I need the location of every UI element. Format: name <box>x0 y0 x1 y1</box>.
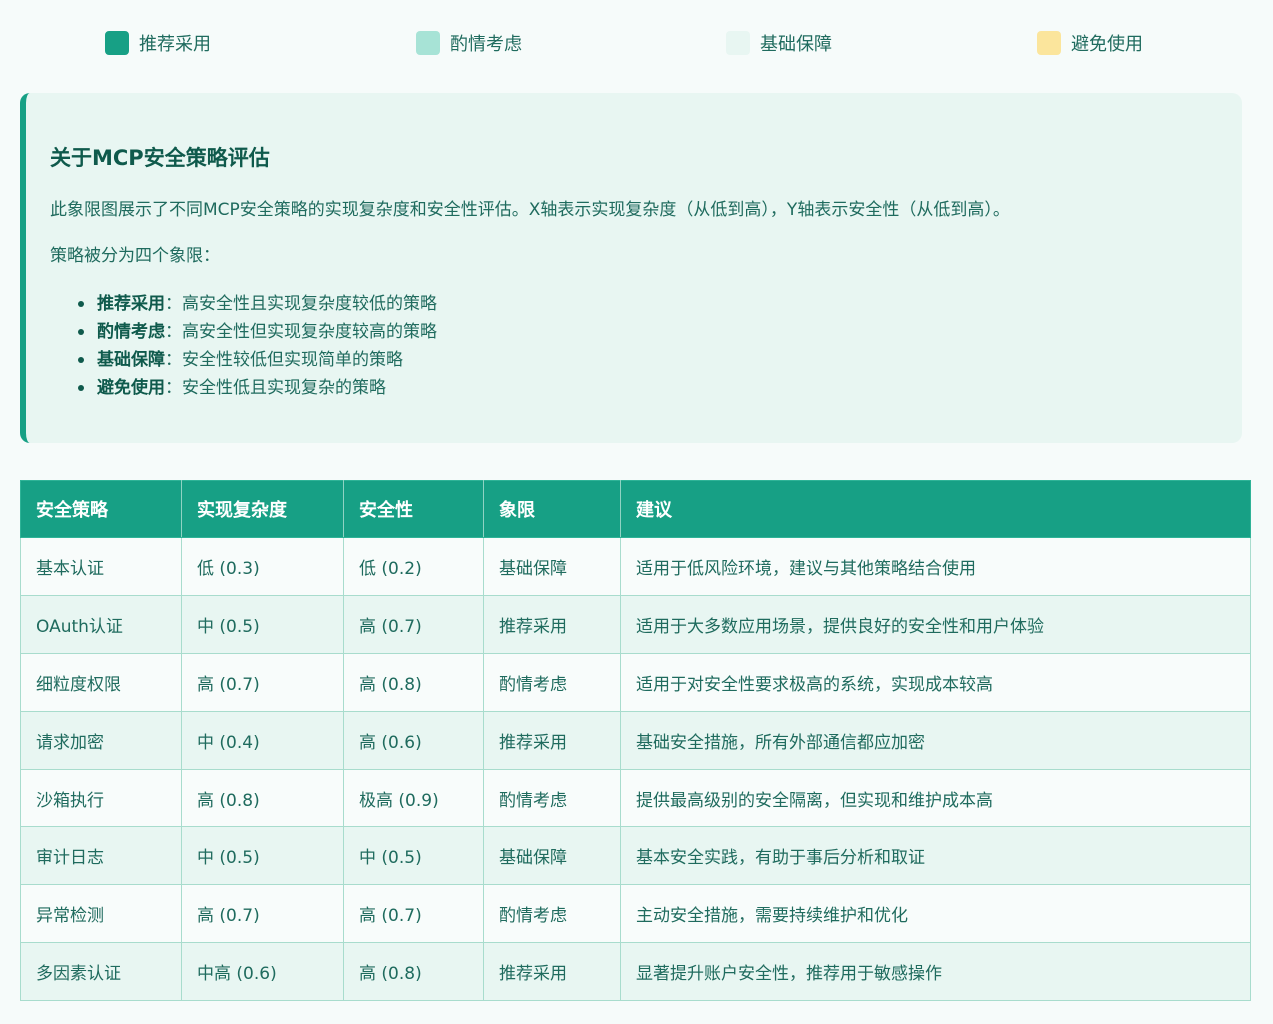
cell-quadrant: 推荐采用 <box>483 710 621 770</box>
quadrant-legend: 推荐采用 酌情考虑 基础保障 避免使用 <box>0 0 1273 88</box>
cell-complexity: 高 (0.7) <box>181 652 344 712</box>
quadrant-list-item: 推荐采用：高安全性且实现复杂度较低的策略 <box>78 290 1218 318</box>
cell-recommendation: 适用于低风险环境，建议与其他策略结合使用 <box>620 537 1251 596</box>
cell-recommendation: 提供最高级别的安全隔离，但实现和维护成本高 <box>620 768 1251 828</box>
quadrant-separator: ： <box>165 350 182 370</box>
legend-item-avoid: 避免使用 <box>1037 31 1143 55</box>
table-row: OAuth认证 中 (0.5) 高 (0.7) 推荐采用 适用于大多数应用场景，… <box>20 594 1251 654</box>
cell-strategy: 基本认证 <box>20 537 182 596</box>
quadrant-desc: 高安全性且实现复杂度较低的策略 <box>182 294 437 314</box>
legend-item-consider: 酌情考虑 <box>416 31 522 55</box>
column-header-security: 安全性 <box>343 480 484 538</box>
cell-recommendation: 适用于大多数应用场景，提供良好的安全性和用户体验 <box>620 594 1251 654</box>
table-header-row: 安全策略 实现复杂度 安全性 象限 建议 <box>20 480 1251 538</box>
cell-strategy: 多因素认证 <box>20 942 182 1002</box>
cell-strategy: 异常检测 <box>20 884 182 944</box>
legend-label: 避免使用 <box>1071 34 1143 55</box>
table-row: 多因素认证 中高 (0.6) 高 (0.8) 推荐采用 显著提升账户安全性，推荐… <box>20 942 1251 1002</box>
quadrant-separator: ： <box>165 294 182 314</box>
legend-swatch <box>1037 31 1061 55</box>
legend-swatch <box>416 31 440 55</box>
legend-label: 推荐采用 <box>139 34 211 55</box>
info-intro: 策略被分为四个象限： <box>50 246 220 266</box>
quadrant-list-item: 基础保障：安全性较低但实现简单的策略 <box>78 346 1218 374</box>
cell-security: 极高 (0.9) <box>343 768 484 828</box>
cell-strategy: OAuth认证 <box>20 594 182 654</box>
quadrant-term: 基础保障 <box>97 350 165 370</box>
cell-strategy: 审计日志 <box>20 826 182 886</box>
cell-quadrant: 推荐采用 <box>483 942 621 1002</box>
cell-security: 高 (0.7) <box>343 884 484 944</box>
cell-complexity: 中 (0.5) <box>181 826 344 886</box>
cell-quadrant: 推荐采用 <box>483 594 621 654</box>
strategy-table: 安全策略 实现复杂度 安全性 象限 建议 基本认证 低 (0.3) 低 (0.2… <box>20 480 1251 1002</box>
cell-complexity: 高 (0.8) <box>181 768 344 828</box>
cell-security: 高 (0.8) <box>343 652 484 712</box>
column-header-complexity: 实现复杂度 <box>181 480 344 538</box>
legend-label: 基础保障 <box>760 34 832 55</box>
cell-complexity: 低 (0.3) <box>181 537 344 596</box>
quadrant-desc: 安全性低且实现复杂的策略 <box>182 378 386 398</box>
cell-recommendation: 主动安全措施，需要持续维护和优化 <box>620 884 1251 944</box>
cell-security: 中 (0.5) <box>343 826 484 886</box>
cell-security: 高 (0.7) <box>343 594 484 654</box>
quadrant-term: 酌情考虑 <box>97 322 165 342</box>
legend-item-recommended: 推荐采用 <box>105 31 211 55</box>
cell-quadrant: 酌情考虑 <box>483 768 621 828</box>
quadrant-separator: ： <box>165 378 182 398</box>
cell-security: 高 (0.8) <box>343 942 484 1002</box>
cell-quadrant: 酌情考虑 <box>483 884 621 944</box>
cell-complexity: 高 (0.7) <box>181 884 344 944</box>
table-row: 细粒度权限 高 (0.7) 高 (0.8) 酌情考虑 适用于对安全性要求极高的系… <box>20 652 1251 712</box>
table-row: 沙箱执行 高 (0.8) 极高 (0.9) 酌情考虑 提供最高级别的安全隔离，但… <box>20 768 1251 828</box>
legend-label: 酌情考虑 <box>450 34 522 55</box>
quadrant-desc: 高安全性但实现复杂度较高的策略 <box>182 322 437 342</box>
quadrant-list-item: 避免使用：安全性低且实现复杂的策略 <box>78 374 1218 402</box>
table-row: 异常检测 高 (0.7) 高 (0.7) 酌情考虑 主动安全措施，需要持续维护和… <box>20 884 1251 944</box>
legend-item-basic: 基础保障 <box>726 31 832 55</box>
cell-quadrant: 基础保障 <box>483 537 621 596</box>
info-title: 关于MCP安全策略评估 <box>50 146 270 170</box>
column-header-strategy: 安全策略 <box>20 480 182 538</box>
cell-complexity: 中 (0.4) <box>181 710 344 770</box>
cell-recommendation: 基础安全措施，所有外部通信都应加密 <box>620 710 1251 770</box>
cell-recommendation: 显著提升账户安全性，推荐用于敏感操作 <box>620 942 1251 1002</box>
info-description: 此象限图展示了不同MCP安全策略的实现复杂度和安全性评估。X轴表示实现复杂度（从… <box>50 200 1010 220</box>
quadrant-separator: ： <box>165 322 182 342</box>
cell-quadrant: 酌情考虑 <box>483 652 621 712</box>
cell-security: 低 (0.2) <box>343 537 484 596</box>
cell-strategy: 沙箱执行 <box>20 768 182 828</box>
table-row: 审计日志 中 (0.5) 中 (0.5) 基础保障 基本安全实践，有助于事后分析… <box>20 826 1251 886</box>
quadrant-list: 推荐采用：高安全性且实现复杂度较低的策略 酌情考虑：高安全性但实现复杂度较高的策… <box>50 290 1218 402</box>
column-header-recommendation: 建议 <box>620 480 1251 538</box>
table-row: 请求加密 中 (0.4) 高 (0.6) 推荐采用 基础安全措施，所有外部通信都… <box>20 710 1251 770</box>
cell-recommendation: 适用于对安全性要求极高的系统，实现成本较高 <box>620 652 1251 712</box>
cell-complexity: 中高 (0.6) <box>181 942 344 1002</box>
column-header-quadrant: 象限 <box>483 480 621 538</box>
table-row: 基本认证 低 (0.3) 低 (0.2) 基础保障 适用于低风险环境，建议与其他… <box>20 537 1251 596</box>
info-panel: 关于MCP安全策略评估 此象限图展示了不同MCP安全策略的实现复杂度和安全性评估… <box>20 93 1242 443</box>
cell-strategy: 请求加密 <box>20 710 182 770</box>
quadrant-term: 推荐采用 <box>97 294 165 314</box>
cell-strategy: 细粒度权限 <box>20 652 182 712</box>
legend-swatch <box>105 31 129 55</box>
quadrant-term: 避免使用 <box>97 378 165 398</box>
quadrant-desc: 安全性较低但实现简单的策略 <box>182 350 403 370</box>
cell-security: 高 (0.6) <box>343 710 484 770</box>
cell-quadrant: 基础保障 <box>483 826 621 886</box>
legend-swatch <box>726 31 750 55</box>
cell-complexity: 中 (0.5) <box>181 594 344 654</box>
cell-recommendation: 基本安全实践，有助于事后分析和取证 <box>620 826 1251 886</box>
quadrant-list-item: 酌情考虑：高安全性但实现复杂度较高的策略 <box>78 318 1218 346</box>
